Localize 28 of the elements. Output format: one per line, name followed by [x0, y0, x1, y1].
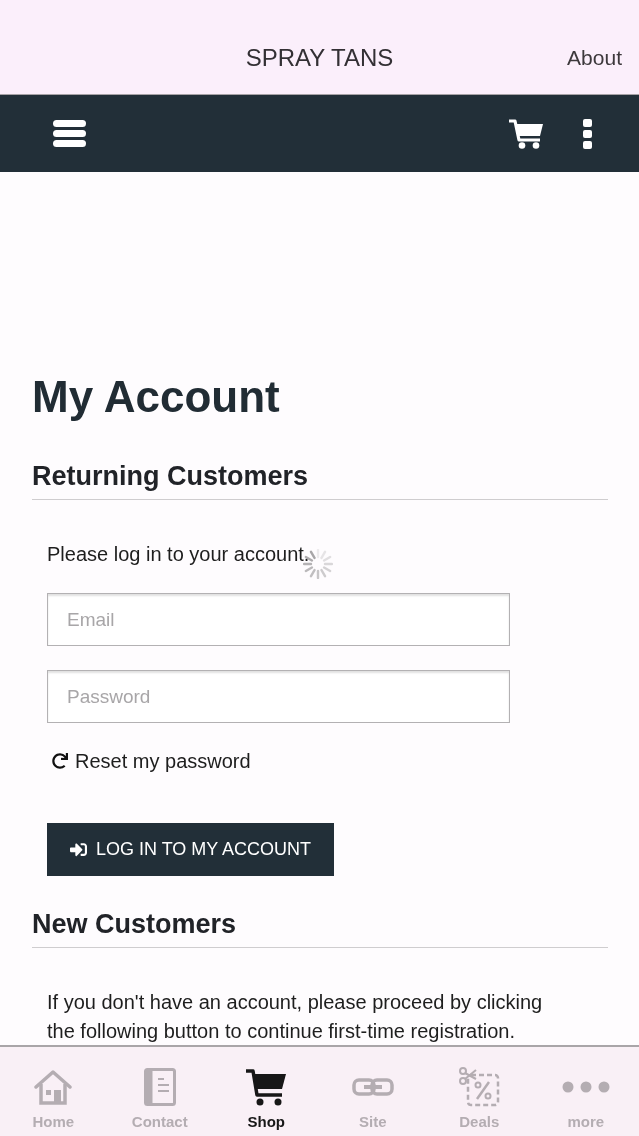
- menu-icon[interactable]: [53, 120, 86, 147]
- coupon-scissors-icon: [458, 1067, 501, 1107]
- more-vertical-icon[interactable]: [583, 118, 592, 149]
- app-title: SPRAY TANS: [245, 44, 394, 72]
- login-intro-text: Please log in to your account.: [47, 542, 311, 567]
- sign-in-icon: [69, 841, 87, 858]
- input-field[interactable]: Email: [47, 593, 510, 646]
- page-title: My Account: [32, 372, 281, 422]
- reset-password-link[interactable]: Reset my password: [47, 747, 251, 775]
- refresh-icon: [52, 753, 68, 769]
- tab-bar-item[interactable]: Site: [319, 1047, 426, 1136]
- section-heading: New Customers: [32, 909, 608, 948]
- about-link[interactable]: About: [567, 44, 622, 72]
- notebook-icon: [143, 1068, 176, 1106]
- login-button[interactable]: LOG IN TO MY ACCOUNT: [47, 823, 334, 876]
- tab-bar-item[interactable]: more: [532, 1047, 639, 1136]
- cart-icon: [246, 1068, 287, 1106]
- tab-bar-item[interactable]: Home: [0, 1047, 107, 1136]
- input-field[interactable]: Password: [47, 670, 510, 723]
- tab-bar-item[interactable]: Shop: [213, 1047, 320, 1136]
- tab-bar-item[interactable]: Deals: [426, 1047, 533, 1136]
- chain-link-icon: [351, 1077, 394, 1097]
- tab-bar-item[interactable]: Contact: [106, 1047, 213, 1136]
- home-icon: [34, 1069, 73, 1105]
- cart-icon[interactable]: [509, 118, 543, 149]
- registration-text: If you don't have an account, please proceed by clicking the following button to continue first-time registration.: [47, 990, 544, 1044]
- more-dots-icon: [561, 1081, 610, 1093]
- section-heading: Returning Customers: [32, 461, 608, 500]
